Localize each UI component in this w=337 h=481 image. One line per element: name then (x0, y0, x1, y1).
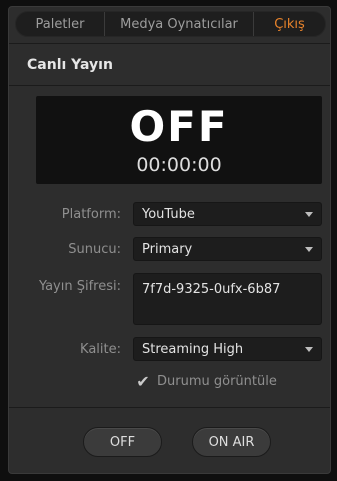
server-label: Sunucu: (68, 242, 121, 257)
platform-value: YouTube (142, 206, 195, 222)
tab-output[interactable]: Çıkış (254, 12, 325, 36)
show-status-label: Durumu görüntüle (157, 373, 277, 389)
quality-value: Streaming High (142, 341, 244, 357)
platform-label: Platform: (61, 207, 121, 222)
stream-timer: 00:00:00 (136, 154, 222, 176)
chevron-down-icon (305, 212, 313, 217)
divider (9, 85, 330, 86)
on-air-button[interactable]: ON AIR (192, 427, 271, 457)
chevron-down-icon (305, 247, 313, 252)
quality-label: Kalite: (80, 342, 121, 357)
stream-key-label: Yayın Şifresi: (38, 279, 121, 294)
tab-media-players[interactable]: Medya Oynatıcılar (104, 12, 254, 36)
chevron-down-icon (305, 347, 313, 352)
platform-select[interactable]: YouTube (133, 202, 322, 226)
off-button[interactable]: OFF (83, 427, 162, 457)
show-status-checkbox[interactable]: ✔ Durumu görüntüle (135, 371, 277, 391)
section-title: Canlı Yayın (27, 57, 113, 73)
divider (9, 43, 330, 44)
checkmark-icon: ✔ (136, 371, 150, 391)
divider (9, 407, 330, 408)
quality-select[interactable]: Streaming High (133, 337, 322, 361)
tab-bar: Paletler Medya Oynatıcılar Çıkış (15, 11, 326, 37)
output-panel: Paletler Medya Oynatıcılar Çıkış Canlı Y… (8, 6, 331, 474)
stream-key-input[interactable]: 7f7d-9325-0ufx-6b87 (133, 273, 322, 325)
tab-palettes[interactable]: Paletler (16, 12, 104, 36)
server-select[interactable]: Primary (133, 237, 322, 261)
stream-status-display: OFF 00:00:00 (36, 96, 322, 184)
stream-state: OFF (129, 102, 229, 151)
server-value: Primary (142, 241, 193, 257)
